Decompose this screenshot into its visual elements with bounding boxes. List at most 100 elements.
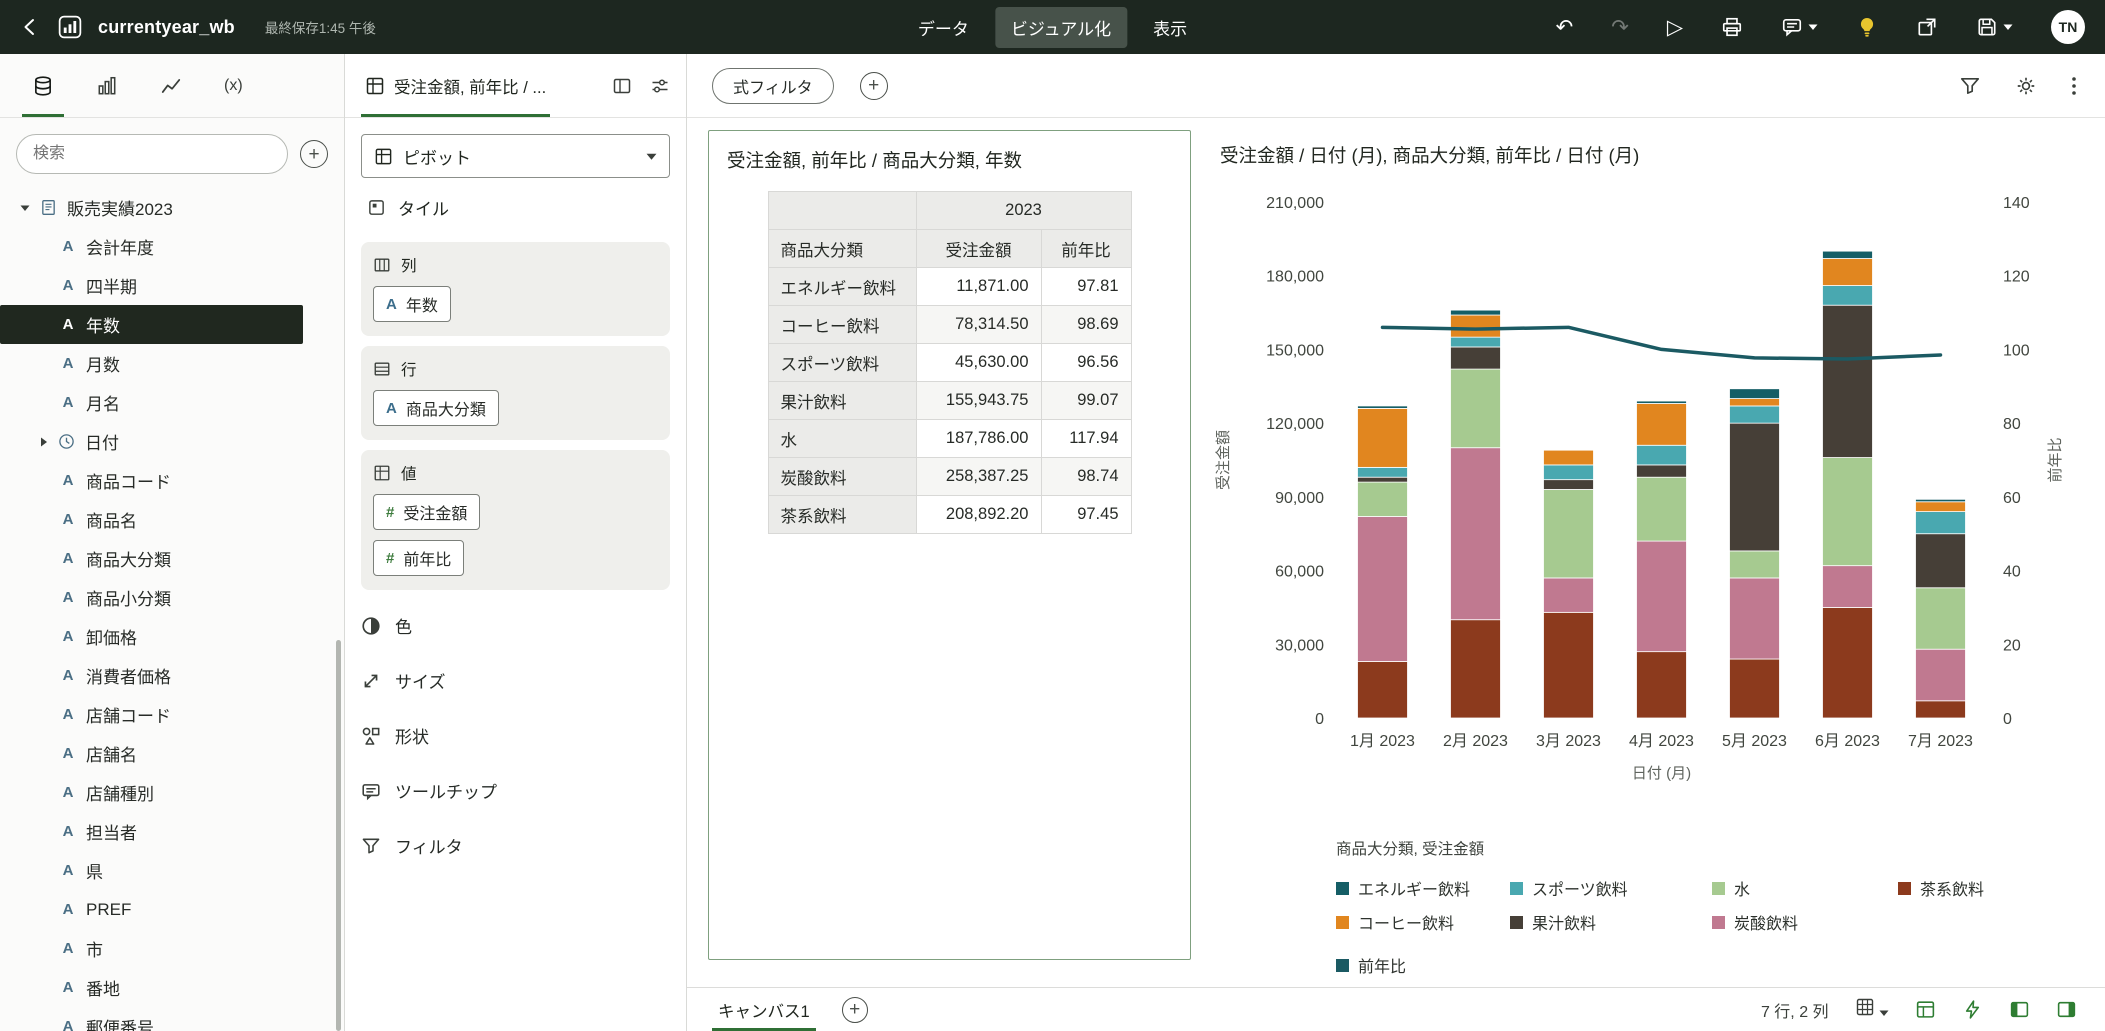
print-button[interactable] [1721,16,1743,38]
run-button[interactable]: ▷ [1667,17,1683,38]
pivot-value-cell[interactable]: 97.81 [1040,267,1132,306]
add-canvas-button[interactable]: + [841,996,868,1023]
field-item[interactable]: A 商品名 [0,500,303,539]
pivot-row-header[interactable]: エネルギー飲料 [767,267,917,306]
combo-chart-visual[interactable]: 受注金額 / 日付 (月), 商品大分類, 前年比 / 日付 (月) 0 30,0… [1202,130,2082,976]
bar-segment[interactable] [1915,700,1966,719]
expression-filter-button[interactable]: 式フィルタ [712,67,834,104]
bar-segment[interactable] [1636,403,1687,446]
field-item[interactable]: A 月数 [0,344,303,383]
tab-visualize[interactable]: ビジュアル化 [994,6,1128,48]
filter-panel-button[interactable] [1959,75,1981,97]
line-legend-item[interactable]: 前年比 [1336,953,2082,977]
bar-segment[interactable] [1450,336,1501,348]
layout-grid-caret[interactable] [1879,1009,1889,1017]
auto-insights-toggle[interactable] [1962,999,1983,1020]
pivot-value-cell[interactable]: 98.74 [1040,457,1132,496]
pivot-value-cell[interactable]: 155,943.75 [915,381,1042,420]
add-dataset-button[interactable]: + [300,140,328,168]
field-item[interactable]: A 店舗名 [0,734,303,773]
visuals-pane-tab[interactable] [90,54,124,117]
bar-segment[interactable] [1450,309,1501,316]
bar-segment[interactable] [1915,587,1966,650]
filter-option[interactable]: フィルタ [361,818,670,873]
pivot-value-cell[interactable]: 97.45 [1040,495,1132,534]
more-menu-button[interactable] [2071,75,2077,97]
field-item[interactable]: A 卸価格 [0,617,303,656]
field-item[interactable]: A 年数 [0,305,303,344]
redo-button[interactable]: ↷ [1611,17,1629,38]
legend-item[interactable]: 果汁飲料 [1510,910,1688,934]
size-option[interactable]: サイズ [361,653,670,708]
bar-segment[interactable] [1450,368,1501,449]
bar-segment[interactable] [1915,501,1966,512]
bar-segment[interactable] [1357,466,1408,478]
comments-caret[interactable] [1808,23,1818,31]
save-caret[interactable] [2003,23,2013,31]
field-item[interactable]: A 商品大分類 [0,539,303,578]
pivot-year-header[interactable]: 2023 [915,191,1132,230]
legend-item[interactable]: コーヒー飲料 [1336,910,1486,934]
search-input[interactable] [16,134,288,174]
bar-segment[interactable] [1729,422,1780,552]
trend-pane-tab[interactable] [154,54,188,117]
legend-item[interactable]: 茶系飲料 [1898,876,2058,900]
bar-segment[interactable] [1543,464,1594,481]
field-wells-view-button[interactable] [612,76,632,96]
bar-segment[interactable] [1450,447,1501,621]
pivot-row-header[interactable]: 水 [767,419,917,458]
pivot-value-cell[interactable]: 208,892.20 [915,495,1042,534]
field-item[interactable]: A 番地 [0,968,303,1007]
legend-item[interactable]: 炭酸飲料 [1712,910,1874,934]
field-item[interactable]: A 店舗種別 [0,773,303,812]
back-button[interactable] [20,16,42,38]
field-item[interactable]: A PREF [0,890,303,929]
bar-segment[interactable] [1636,476,1687,542]
bar-segment[interactable] [1357,407,1408,468]
bar-segment[interactable] [1543,479,1594,490]
insights-button[interactable] [1856,16,1878,38]
left-panel-toggle[interactable] [2009,999,2030,1020]
save-button[interactable] [1976,16,1998,38]
bar-segment[interactable] [1729,577,1780,660]
pivot-col-header[interactable]: 前年比 [1040,229,1132,268]
pivot-value-cell[interactable]: 117.94 [1040,419,1132,458]
pivot-row-header[interactable]: 炭酸飲料 [767,457,917,496]
bar-segment[interactable] [1915,648,1966,702]
field-chip[interactable]: A 年数 [373,286,451,322]
bar-segment[interactable] [1450,314,1501,338]
tile-row[interactable]: タイル [361,182,670,232]
tab-view[interactable]: 表示 [1137,7,1203,48]
calculations-pane-tab[interactable]: (x) [218,54,249,117]
field-item[interactable]: 日付 [0,422,303,461]
bar-segment[interactable] [1822,607,1873,719]
bar-segment[interactable] [1636,400,1687,404]
bar-segment[interactable] [1729,398,1780,407]
pivot-col-header[interactable]: 受注金額 [915,229,1042,268]
pivot-col-header[interactable]: 商品大分類 [767,229,917,268]
pivot-value-cell[interactable]: 98.69 [1040,305,1132,344]
bar-segment[interactable] [1822,285,1873,306]
bar-segment[interactable] [1915,511,1966,535]
visual-settings-button[interactable] [2015,75,2037,97]
field-item[interactable]: A 会計年度 [0,227,303,266]
bar-segment[interactable] [1729,405,1780,424]
field-chip[interactable]: # 受注金額 [373,494,481,530]
field-item[interactable]: A 四半期 [0,266,303,305]
data-pane-tab[interactable] [22,54,64,117]
bar-segment[interactable] [1729,658,1780,719]
pivot-value-cell[interactable]: 78,314.50 [915,305,1042,344]
pivot-value-cell[interactable]: 96.56 [1040,343,1132,382]
visual-properties-tab[interactable]: 受注金額, 前年比 / ... [361,54,551,117]
bar-segment[interactable] [1636,464,1687,478]
field-item[interactable]: A 商品コード [0,461,303,500]
pivot-value-cell[interactable]: 258,387.25 [915,457,1042,496]
canvas-sheet-tab[interactable]: キャンバス1 [712,988,816,1031]
format-pane-button[interactable] [650,76,670,96]
pivot-row-header[interactable]: コーヒー飲料 [767,305,917,344]
pivot-row-header[interactable]: スポーツ飲料 [767,343,917,382]
comments-button[interactable] [1781,16,1803,38]
pivot-row-header[interactable]: 茶系飲料 [767,495,917,534]
pivot-row-header[interactable]: 果汁飲料 [767,381,917,420]
pivot-value-cell[interactable]: 99.07 [1040,381,1132,420]
